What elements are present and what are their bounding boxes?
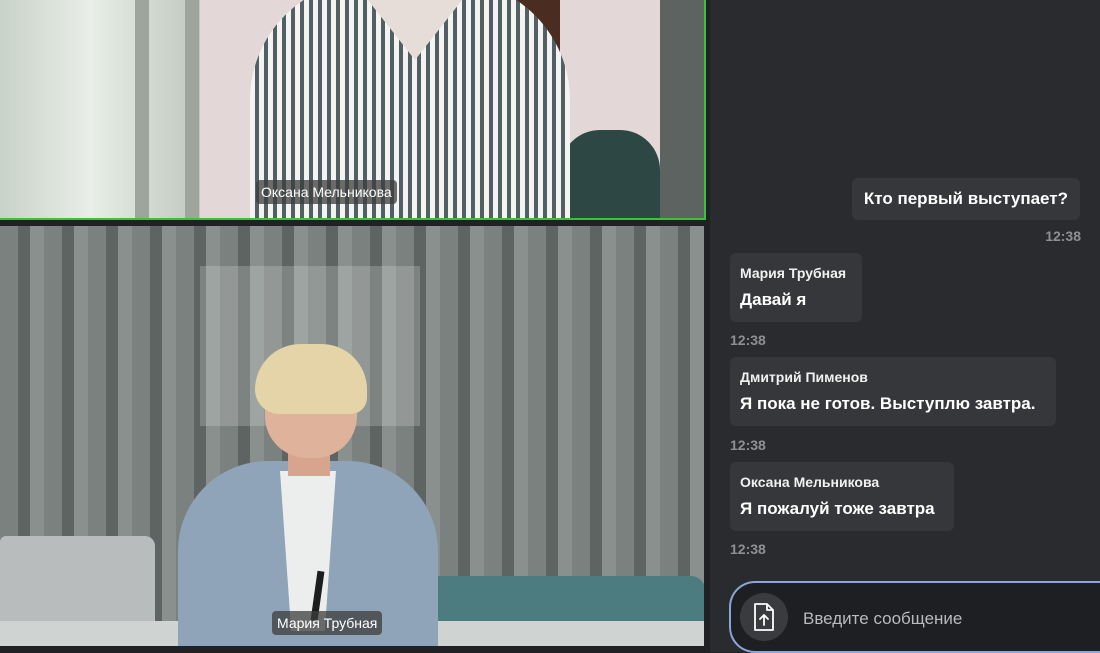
- message-composer: [729, 581, 1100, 653]
- chat-panel: Кто первый выступает? 12:38 Мария Трубна…: [710, 0, 1100, 653]
- attach-file-button[interactable]: [740, 593, 788, 641]
- message-text: Давай я: [740, 290, 807, 309]
- message-time: 12:38: [730, 332, 766, 348]
- video-tile-oksana[interactable]: Оксана Мельникова: [0, 0, 706, 220]
- window-frame: [135, 0, 149, 218]
- message-sender: Дмитрий Пименов: [740, 369, 868, 385]
- message-time: 12:38: [730, 541, 766, 557]
- window-frame: [185, 0, 199, 218]
- file-upload-icon: [754, 603, 774, 631]
- message-text: Кто первый выступает?: [863, 189, 1068, 208]
- chat-message-outgoing: Кто первый выступает?: [851, 178, 1080, 220]
- laptop: [0, 536, 155, 631]
- message-input[interactable]: [801, 605, 1095, 633]
- participant-name-tag: Оксана Мельникова: [256, 180, 397, 204]
- message-sender: Мария Трубная: [740, 265, 847, 281]
- window-background: [0, 0, 200, 218]
- participant-hair: [255, 344, 367, 414]
- message-text: Я пока не готов. Выступлю завтра.: [740, 394, 1036, 413]
- chat-message-incoming: Мария Трубная Давай я: [730, 253, 862, 322]
- message-time: 12:38: [1045, 228, 1081, 244]
- video-tile-maria[interactable]: Мария Трубная: [0, 226, 704, 646]
- participant-name-tag: Мария Трубная: [272, 611, 383, 635]
- chat-message-incoming: Оксана Мельникова Я пожалуй тоже завтра: [730, 462, 954, 531]
- message-text: Я пожалуй тоже завтра: [740, 499, 935, 518]
- shelf-background: [660, 0, 704, 218]
- message-time: 12:38: [730, 437, 766, 453]
- message-sender: Оксана Мельникова: [740, 474, 880, 490]
- chair: [560, 130, 660, 218]
- chat-message-incoming: Дмитрий Пименов Я пока не готов. Выступл…: [730, 357, 1056, 426]
